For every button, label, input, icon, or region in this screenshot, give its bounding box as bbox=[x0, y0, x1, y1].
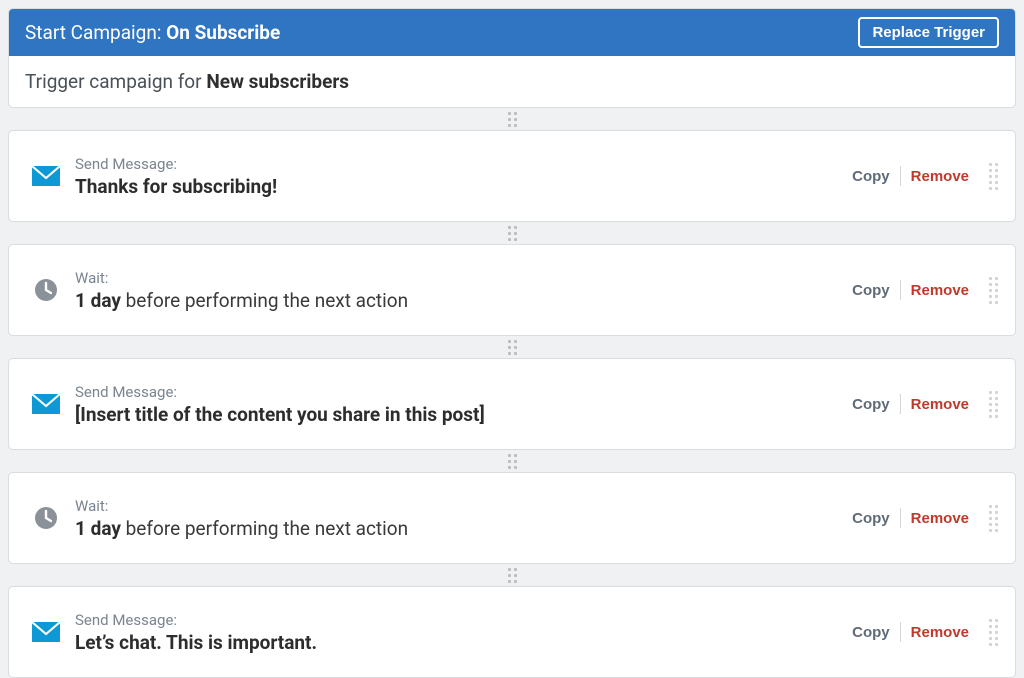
step-icon-wrap bbox=[31, 506, 61, 530]
replace-trigger-button[interactable]: Replace Trigger bbox=[858, 17, 999, 48]
copy-button[interactable]: Copy bbox=[842, 396, 900, 413]
step-actions: Copy Remove bbox=[842, 394, 979, 414]
campaign-builder: Start Campaign: On Subscribe Replace Tri… bbox=[8, 8, 1016, 678]
remove-button[interactable]: Remove bbox=[901, 624, 979, 641]
step-content-emph: Thanks for subscribing! bbox=[75, 175, 277, 198]
copy-button[interactable]: Copy bbox=[842, 282, 900, 299]
step-connector[interactable] bbox=[8, 222, 1016, 244]
wait-step-card[interactable]: Wait: 1 day before performing the next a… bbox=[8, 244, 1016, 336]
drag-handle-icon[interactable] bbox=[989, 505, 1003, 532]
step-content: 1 day before performing the next action bbox=[75, 517, 842, 540]
step-label: Wait: bbox=[75, 497, 842, 515]
step-connector[interactable] bbox=[8, 450, 1016, 472]
message-step-card[interactable]: Send Message: Let’s chat. This is import… bbox=[8, 586, 1016, 678]
clock-icon bbox=[34, 278, 58, 302]
drag-handle-icon[interactable] bbox=[989, 391, 1003, 418]
step-icon-wrap bbox=[31, 278, 61, 302]
trigger-title: Start Campaign: On Subscribe bbox=[25, 21, 280, 44]
step-icon-wrap bbox=[31, 622, 61, 642]
envelope-icon bbox=[32, 622, 60, 642]
step-content-emph: Let’s chat. This is important. bbox=[75, 631, 317, 654]
step-content: [Insert title of the content you share i… bbox=[75, 403, 842, 426]
step-connector[interactable] bbox=[8, 564, 1016, 586]
step-body: Wait: 1 day before performing the next a… bbox=[75, 269, 842, 312]
drag-handle-icon[interactable] bbox=[989, 277, 1003, 304]
message-step-card[interactable]: Send Message: Thanks for subscribing! Co… bbox=[8, 130, 1016, 222]
step-body: Send Message: Thanks for subscribing! bbox=[75, 155, 842, 198]
step-label: Send Message: bbox=[75, 611, 842, 629]
step-actions: Copy Remove bbox=[842, 166, 979, 186]
trigger-header: Start Campaign: On Subscribe Replace Tri… bbox=[9, 9, 1015, 56]
copy-button[interactable]: Copy bbox=[842, 510, 900, 527]
step-content-emph: [Insert title of the content you share i… bbox=[75, 403, 485, 426]
trigger-title-name: On Subscribe bbox=[166, 21, 280, 44]
copy-button[interactable]: Copy bbox=[842, 624, 900, 641]
step-actions: Copy Remove bbox=[842, 280, 979, 300]
trigger-card: Start Campaign: On Subscribe Replace Tri… bbox=[8, 8, 1016, 108]
connector-dots-icon bbox=[508, 340, 517, 355]
trigger-title-prefix: Start Campaign: bbox=[25, 21, 166, 44]
step-label: Wait: bbox=[75, 269, 842, 287]
step-content: Let’s chat. This is important. bbox=[75, 631, 842, 654]
remove-button[interactable]: Remove bbox=[901, 282, 979, 299]
connector-dots-icon bbox=[508, 226, 517, 241]
envelope-icon bbox=[32, 166, 60, 186]
step-connector[interactable] bbox=[8, 108, 1016, 130]
step-label: Send Message: bbox=[75, 383, 842, 401]
connector-dots-icon bbox=[508, 568, 517, 583]
message-step-card[interactable]: Send Message: [Insert title of the conte… bbox=[8, 358, 1016, 450]
step-content-emph: 1 day bbox=[75, 517, 121, 540]
drag-handle-icon[interactable] bbox=[989, 619, 1003, 646]
step-connector[interactable] bbox=[8, 336, 1016, 358]
step-content-emph: 1 day bbox=[75, 289, 121, 312]
step-icon-wrap bbox=[31, 166, 61, 186]
step-actions: Copy Remove bbox=[842, 622, 979, 642]
trigger-sub-prefix: Trigger campaign for bbox=[25, 70, 206, 93]
copy-button[interactable]: Copy bbox=[842, 168, 900, 185]
envelope-icon bbox=[32, 394, 60, 414]
step-label: Send Message: bbox=[75, 155, 842, 173]
clock-icon bbox=[34, 506, 58, 530]
remove-button[interactable]: Remove bbox=[901, 396, 979, 413]
wait-step-card[interactable]: Wait: 1 day before performing the next a… bbox=[8, 472, 1016, 564]
connector-dots-icon bbox=[508, 454, 517, 469]
step-actions: Copy Remove bbox=[842, 508, 979, 528]
step-body: Send Message: [Insert title of the conte… bbox=[75, 383, 842, 426]
step-icon-wrap bbox=[31, 394, 61, 414]
connector-dots-icon bbox=[508, 112, 517, 127]
remove-button[interactable]: Remove bbox=[901, 168, 979, 185]
remove-button[interactable]: Remove bbox=[901, 510, 979, 527]
step-content-rest: before performing the next action bbox=[121, 517, 408, 540]
drag-handle-icon[interactable] bbox=[989, 163, 1003, 190]
step-body: Send Message: Let’s chat. This is import… bbox=[75, 611, 842, 654]
step-content-rest: before performing the next action bbox=[121, 289, 408, 312]
step-body: Wait: 1 day before performing the next a… bbox=[75, 497, 842, 540]
step-content: 1 day before performing the next action bbox=[75, 289, 842, 312]
trigger-subtitle: Trigger campaign for New subscribers bbox=[9, 56, 1015, 107]
trigger-sub-emph: New subscribers bbox=[206, 70, 349, 93]
step-content: Thanks for subscribing! bbox=[75, 175, 842, 198]
